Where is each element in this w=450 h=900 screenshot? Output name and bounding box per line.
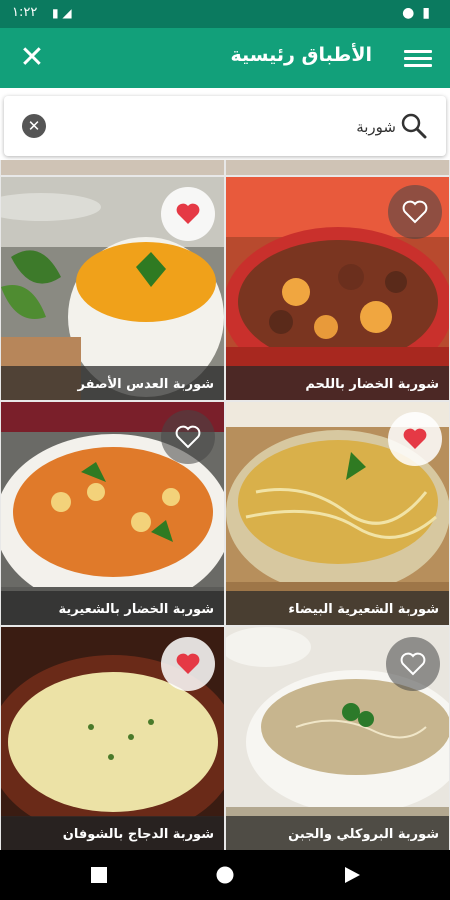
search-bar: ✕ <box>4 96 446 156</box>
heart-filled-icon <box>176 653 200 674</box>
recipe-name: شوربة الشعيرية البيضاء <box>288 602 439 617</box>
heart-filled-icon <box>403 428 427 449</box>
heart-outline-icon <box>175 425 201 449</box>
app-bar: ✕ الأطباق رئيسية <box>0 28 450 88</box>
back-button[interactable] <box>343 866 361 884</box>
status-time: ١:٢٢ <box>12 5 38 20</box>
clear-search-icon[interactable]: ✕ <box>22 114 46 138</box>
recipe-name: شوربة الخضار بالشعيرية <box>58 602 215 617</box>
previous-row-peek <box>226 160 449 175</box>
notification-icons: ▮ ◢ <box>52 6 72 20</box>
recipe-card[interactable]: شوربة البروكلي والجبن <box>226 627 449 850</box>
recipe-name: شوربة الخضار باللحم <box>305 377 439 392</box>
recents-button[interactable] <box>90 866 108 884</box>
recipe-card[interactable]: شوربة العدس الأصفر <box>1 177 224 400</box>
recipe-name: شوربة العدس الأصفر <box>77 377 215 392</box>
recipe-card[interactable]: شوربة الخضار بالشعيرية <box>1 402 224 625</box>
heart-outline-icon <box>400 652 426 676</box>
favorite-button[interactable] <box>161 637 215 691</box>
heart-filled-icon <box>176 203 200 224</box>
recipe-card[interactable]: شوربة الدجاج بالشوفان <box>1 627 224 850</box>
search-input[interactable] <box>64 111 398 143</box>
close-icon[interactable]: ✕ <box>12 38 52 78</box>
home-button[interactable] <box>216 866 234 884</box>
favorite-button[interactable] <box>161 410 215 464</box>
favorite-button[interactable] <box>388 185 442 239</box>
recipe-name: شوربة البروكلي والجبن <box>288 827 439 842</box>
system-nav-bar <box>0 850 450 900</box>
search-icon[interactable] <box>400 112 428 140</box>
menu-icon[interactable] <box>404 46 432 70</box>
recipe-name: شوربة الدجاج بالشوفان <box>62 827 214 842</box>
system-status-icons: ●▮ <box>402 5 438 21</box>
recipe-card[interactable]: شوربة الخضار باللحم <box>226 177 449 400</box>
favorite-button[interactable] <box>388 412 442 466</box>
page-title: الأطباق رئيسية <box>230 44 373 66</box>
recipe-grid: شوربة الخضار باللحم شوربة العدس الأصفر ش… <box>0 160 450 850</box>
favorite-button[interactable] <box>161 187 215 241</box>
recipe-card[interactable]: شوربة الشعيرية البيضاء <box>226 402 449 625</box>
favorite-button[interactable] <box>386 637 440 691</box>
status-bar: ١:٢٢ ▮ ◢ ●▮ <box>0 0 450 28</box>
previous-row-peek <box>1 160 224 175</box>
heart-outline-icon <box>402 200 428 224</box>
